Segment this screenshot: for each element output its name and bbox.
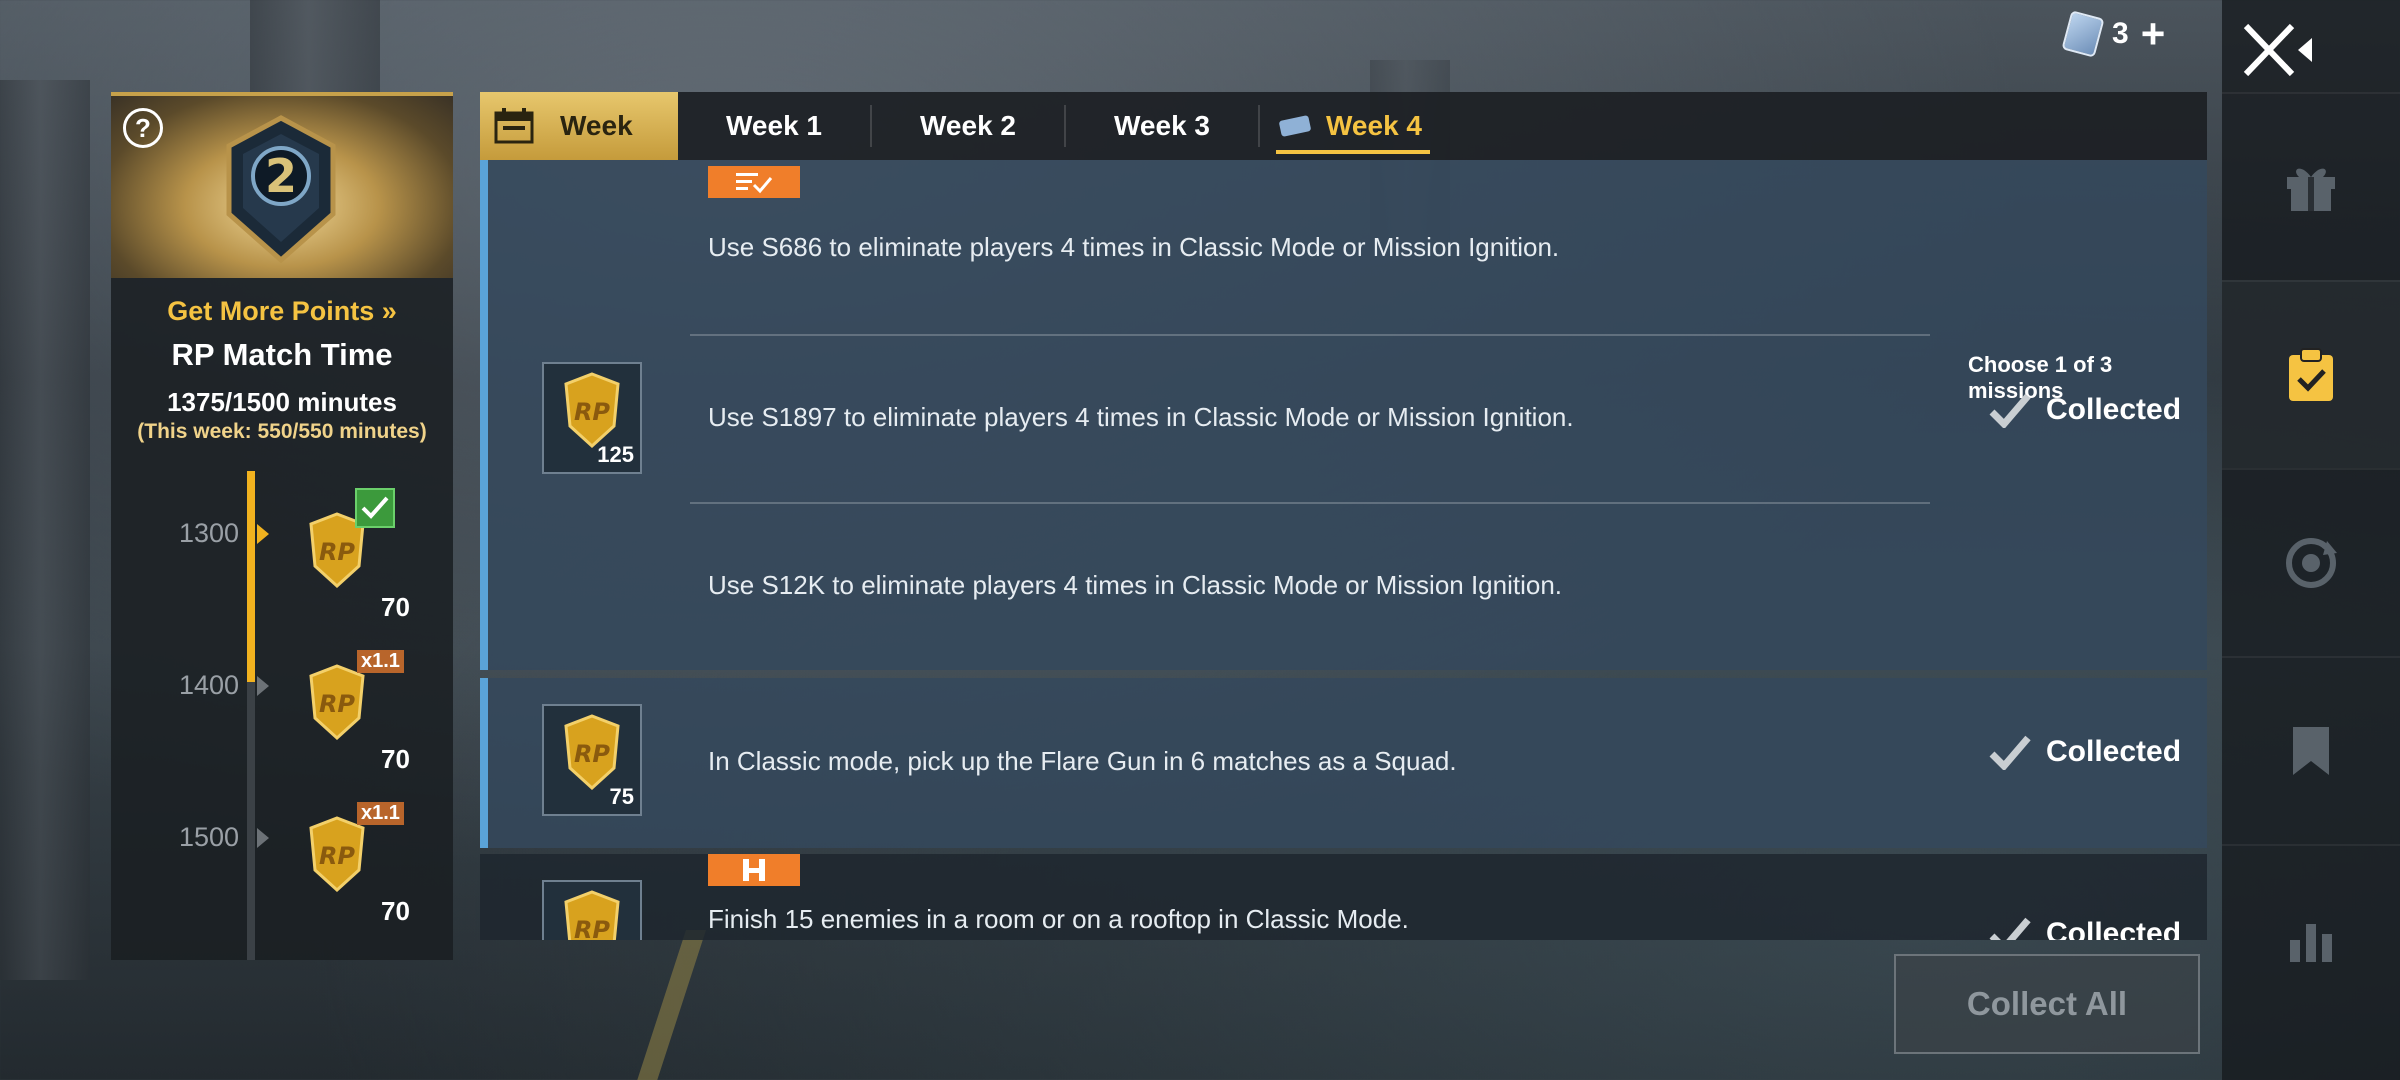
ticket-icon — [1279, 115, 1311, 137]
rp-coin-icon: RP — [309, 816, 365, 892]
mission-option-text: Use S1897 to eliminate players 4 times i… — [708, 402, 1574, 432]
checkmark-icon — [1989, 735, 2031, 770]
collected-status: Collected — [1988, 916, 2181, 940]
match-week-minutes: (This week: 550/550 minutes) — [137, 420, 427, 443]
milestone-arrow-icon — [257, 524, 269, 544]
close-button[interactable] — [2240, 20, 2320, 80]
get-more-points-label: Get More Points — [167, 296, 375, 326]
reward-box[interactable]: RP — [542, 880, 642, 940]
checkmark-icon — [1989, 393, 2031, 428]
mission-card: RP 75 In Classic mode, pick up the Flare… — [480, 678, 2207, 848]
milestone-value: 70 — [381, 744, 410, 774]
svg-text:RP: RP — [319, 538, 355, 566]
divider — [690, 334, 1930, 336]
milestone-label: 1500 — [179, 822, 240, 852]
claimed-check-icon — [355, 488, 395, 528]
milestone-label: 1300 — [179, 518, 240, 548]
clipboard-check-icon — [2289, 348, 2333, 401]
milestone-item[interactable]: 1400 RP x1.1 70 — [111, 648, 453, 788]
week-tabs: Week Week 1 Week 2 Week 3 Week 4 — [480, 92, 2207, 160]
season-badge-icon: 2 — [226, 115, 336, 264]
bookmark-icon — [2293, 727, 2329, 775]
tab-label: Week 4 — [1326, 110, 1422, 141]
svg-text:RP: RP — [574, 740, 610, 768]
building-icon — [743, 859, 765, 881]
collected-status: Collected — [1988, 392, 2181, 428]
mission-text: In Classic mode, pick up the Flare Gun i… — [708, 746, 1457, 776]
background-pillar — [250, 0, 380, 100]
match-minutes: 1375/1500 minutes — [167, 387, 397, 417]
collected-label: Collected — [2046, 735, 2182, 768]
season-number: 2 — [265, 149, 297, 203]
get-more-points-link[interactable]: Get More Points » — [111, 296, 453, 327]
mission-type-tag — [708, 854, 800, 886]
svg-text:RP: RP — [574, 398, 610, 426]
ticket-icon — [2061, 10, 2105, 58]
tab-week-3[interactable]: Week 3 — [1066, 92, 1258, 160]
rp-coin-icon: RP — [564, 890, 620, 940]
tab-label: Week 3 — [1114, 110, 1210, 141]
mission-option-text: Use S686 to eliminate players 4 times in… — [708, 232, 1560, 262]
milestone-item[interactable]: 1300 RP 70 — [111, 488, 453, 636]
svg-text:RP: RP — [574, 916, 610, 940]
mission-group-card: Use S686 to eliminate players 4 times in… — [480, 160, 2207, 670]
rp-coin-icon: RP — [564, 714, 620, 790]
rp-progress-panel: ? 2 Get More Points » RP Match Time 1375… — [111, 92, 453, 960]
tab-label: Week — [560, 110, 633, 141]
currency-count: 3 — [2112, 17, 2129, 50]
collect-all-button[interactable]: Collect All — [1894, 954, 2200, 1054]
collected-status: Collected — [1988, 734, 2181, 770]
background-floor-line — [634, 930, 706, 1080]
tab-week-header[interactable]: Week — [480, 92, 678, 160]
tab-week-2[interactable]: Week 2 — [872, 92, 1064, 160]
multiplier-badge: x1.1 — [357, 650, 404, 673]
tab-week-1[interactable]: Week 1 — [678, 92, 870, 160]
mission-card: RP Finish 15 enemies in a room or on a r… — [480, 854, 2207, 940]
collected-label: Collected — [2046, 917, 2182, 940]
milestone-arrow-icon — [257, 676, 269, 696]
svg-text:RP: RP — [319, 690, 355, 718]
rail-bookmark[interactable] — [2222, 656, 2400, 844]
help-button[interactable]: ? — [123, 108, 163, 148]
reward-box[interactable]: RP 125 — [542, 362, 642, 474]
tab-label: Week 1 — [726, 110, 822, 141]
close-icon — [2243, 23, 2312, 77]
calendar-icon — [494, 108, 534, 144]
rp-coin-icon: RP — [564, 372, 620, 448]
checkmark-icon — [1989, 917, 2031, 940]
bar-chart-icon — [2290, 924, 2332, 962]
divider — [690, 502, 1930, 504]
gift-icon — [2287, 168, 2335, 211]
rail-missions[interactable] — [2222, 280, 2400, 468]
rail-stats[interactable] — [2222, 844, 2400, 1032]
mission-type-tag — [708, 166, 800, 198]
tab-label: Week 2 — [920, 110, 1016, 141]
milestone-item[interactable]: 1500 RP x1.1 70 — [111, 800, 453, 940]
reward-amount: 75 — [609, 784, 634, 809]
reward-amount: 125 — [597, 442, 634, 467]
tab-week-4[interactable]: Week 4 — [1260, 92, 1440, 160]
double-chevron-right-icon: » — [381, 296, 397, 326]
rail-exchange[interactable] — [2222, 468, 2400, 656]
milestone-value: 70 — [381, 896, 410, 926]
background-pillar — [0, 80, 90, 980]
list-check-icon — [736, 173, 773, 194]
mission-list: Use S686 to eliminate players 4 times in… — [480, 160, 2207, 940]
milestone-value: 70 — [381, 592, 410, 622]
match-time-title: RP Match Time — [171, 337, 393, 372]
add-currency-button[interactable]: + — [2141, 13, 2166, 55]
season-hero: ? 2 — [111, 96, 453, 278]
collected-label: Collected — [2046, 393, 2182, 426]
cycle-icon — [2286, 538, 2337, 588]
currency-display: 3 + — [2061, 10, 2166, 58]
mission-option-text: Use S12K to eliminate players 4 times in… — [708, 570, 1563, 600]
reward-box[interactable]: RP 75 — [542, 704, 642, 816]
svg-text:RP: RP — [319, 842, 355, 870]
multiplier-badge: x1.1 — [357, 802, 404, 825]
mission-text: Finish 15 enemies in a room or on a roof… — [708, 904, 1409, 934]
rail-gift[interactable] — [2222, 92, 2400, 280]
milestone-arrow-icon — [257, 828, 269, 848]
milestone-label: 1400 — [179, 670, 240, 700]
rp-coin-icon: RP — [309, 664, 365, 740]
